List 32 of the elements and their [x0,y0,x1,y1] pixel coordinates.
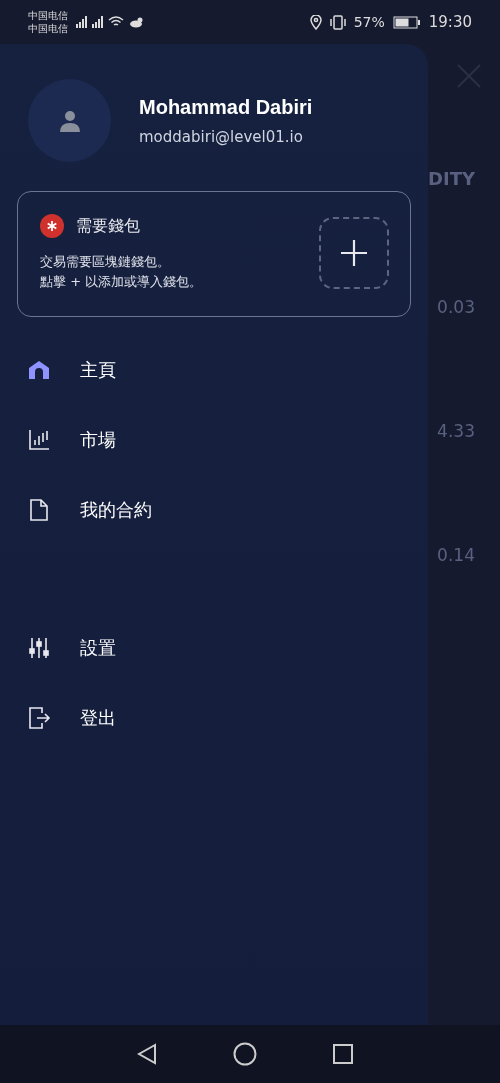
plus-icon [341,240,367,266]
wallet-card-title: 需要錢包 [76,215,140,237]
clock-time: 19:30 [428,13,472,31]
user-email: moddabiri@level01.io [139,127,304,146]
home-icon[interactable] [233,1042,257,1066]
price-change: 0.03 [437,297,475,317]
wifi-icon [108,16,124,28]
carrier-label: 中国电信 [28,22,68,35]
price-change: 4.33 [437,421,475,441]
battery-percent: 57% [353,14,385,30]
menu-item[interactable]: 主頁 [17,335,411,405]
add-wallet-button[interactable] [319,217,389,289]
back-icon[interactable] [137,1043,157,1065]
battery-icon [392,15,421,29]
menu-item[interactable]: 登出 [17,683,411,753]
cloud-icon [129,16,145,28]
signal-icon [76,16,87,28]
person-icon [58,109,81,132]
recents-icon[interactable] [333,1044,353,1064]
user-name: Mohammad Dabiri [139,95,313,119]
signal-icon [92,16,103,28]
alert-icon [40,214,64,238]
column-heading: DITY [428,168,475,189]
wallet-card-text: 點擊 + 以添加或導入錢包。 [40,273,204,291]
wallet-card-text: 交易需要區塊鏈錢包。 [40,253,171,271]
price-change: 0.14 [437,545,475,565]
vibrate-icon [329,14,346,30]
menu-item[interactable]: 市場 [17,405,411,475]
location-icon [309,14,322,30]
menu-item[interactable]: 我的合約 [17,475,411,545]
carrier-label: 中国电信 [28,9,68,22]
menu-item[interactable]: 設置 [17,613,411,683]
